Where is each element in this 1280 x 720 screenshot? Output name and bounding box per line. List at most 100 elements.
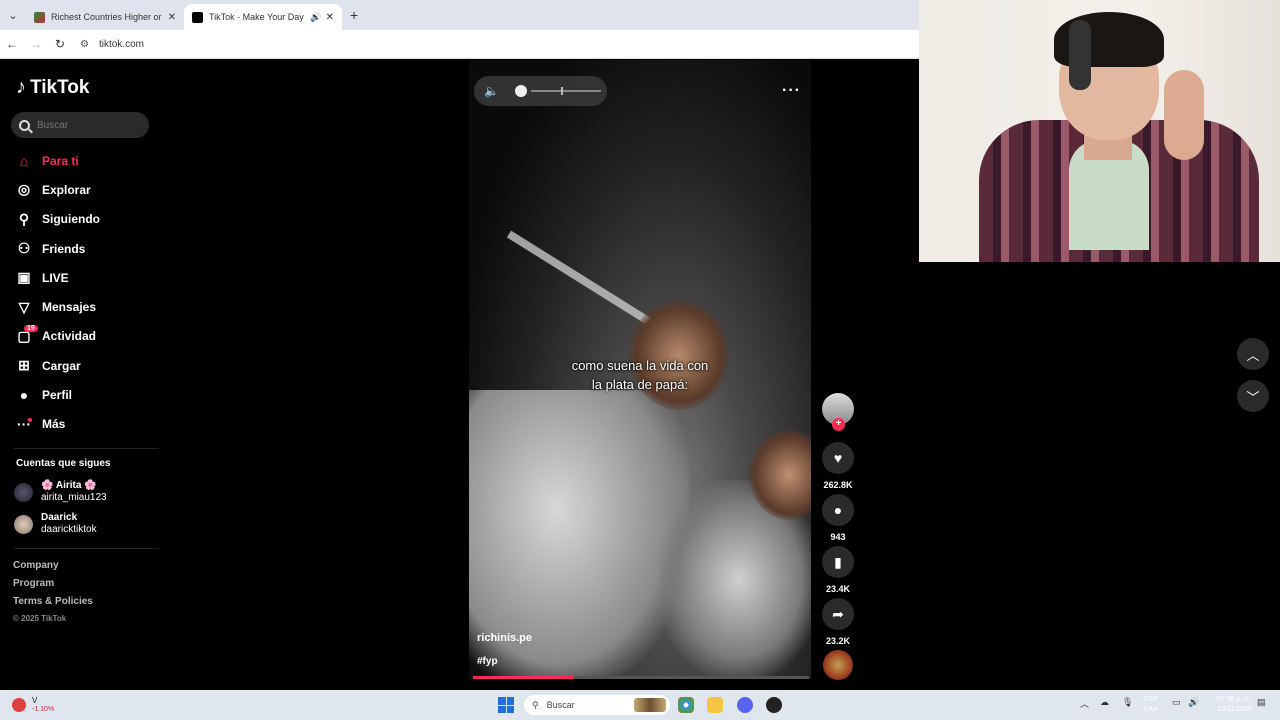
tab-richest-countries[interactable]: Richest Countries Higher or Lo ✕ bbox=[26, 4, 184, 30]
nav-item-mensajes[interactable]: ▽ Mensajes bbox=[14, 292, 164, 321]
logo-text: TikTok bbox=[30, 76, 90, 98]
nav-item-perfil[interactable]: ● Perfil bbox=[14, 380, 164, 409]
share-action[interactable]: ➦ 23.2K bbox=[822, 598, 854, 646]
previous-video-button[interactable]: ︿ bbox=[1237, 338, 1269, 370]
chevron-up-icon: ︿ bbox=[1246, 347, 1260, 363]
account-name: Daarick bbox=[41, 512, 78, 523]
close-tab-icon[interactable]: ✕ bbox=[326, 12, 334, 23]
nav-item-live[interactable]: ▣ LIVE bbox=[14, 263, 164, 292]
close-tab-icon[interactable]: ✕ bbox=[168, 12, 176, 23]
browser-tab-bar: ⌄ Richest Countries Higher or Lo ✕ TikTo… bbox=[0, 0, 919, 30]
following-account-airita[interactable]: 🌸 Airita 🌸 airita_miau123 bbox=[14, 480, 107, 504]
tab-tiktok[interactable]: TikTok - Make Your Day 🔊 ✕ bbox=[184, 4, 342, 30]
nav-item-explorar[interactable]: ◎ Explorar bbox=[14, 175, 164, 204]
search-icon bbox=[19, 119, 30, 131]
tiktok-note-icon: ♪ bbox=[16, 76, 26, 98]
account-handle: daaricktiktok bbox=[41, 524, 97, 535]
language-indicator[interactable]: ESP LAA bbox=[1144, 695, 1158, 715]
new-tab-icon[interactable]: + bbox=[350, 7, 358, 23]
share-icon[interactable]: ➦ bbox=[822, 598, 854, 630]
footer-link-terms[interactable]: Terms & Policies bbox=[13, 596, 93, 614]
volume-slider-track[interactable] bbox=[530, 87, 601, 95]
divider bbox=[14, 548, 159, 549]
caption-line: la plata de papá: bbox=[591, 377, 689, 392]
save-action[interactable]: ▮ 23.4K bbox=[822, 546, 854, 594]
search-highlight-image bbox=[634, 698, 666, 712]
video-hashtag[interactable]: #fyp bbox=[477, 656, 498, 667]
chrome-icon[interactable] bbox=[678, 697, 694, 713]
footer-link-program[interactable]: Program bbox=[13, 578, 93, 596]
nav-item-siguiendo[interactable]: ⚲ Siguiendo bbox=[14, 205, 164, 234]
forward-arrow-icon[interactable]: → bbox=[24, 37, 48, 51]
tab-title: Richest Countries Higher or Lo bbox=[51, 12, 164, 22]
like-action[interactable]: ♥ 262.8K bbox=[822, 442, 854, 490]
activity-badge: 19 bbox=[24, 324, 38, 332]
nav-label: Cargar bbox=[42, 358, 81, 373]
nav-item-mas[interactable]: ··· Más bbox=[14, 410, 164, 439]
video-progress-fill bbox=[473, 676, 574, 679]
comment-action[interactable]: ● 943 bbox=[822, 494, 854, 542]
friends-icon: ⚇ bbox=[17, 240, 31, 257]
notification-dot bbox=[28, 417, 32, 422]
following-account-daarick[interactable]: Daarick daaricktiktok bbox=[14, 512, 97, 536]
like-count: 262.8K bbox=[823, 480, 853, 490]
tiktok-logo[interactable]: ♪ TikTok bbox=[16, 76, 89, 99]
video-progress-bar[interactable] bbox=[473, 676, 809, 679]
heart-icon[interactable]: ♥ bbox=[822, 442, 854, 474]
url-field[interactable]: tiktok.com bbox=[99, 39, 144, 50]
account-handle: airita_miau123 bbox=[41, 492, 107, 503]
notification-icon[interactable]: ▤ bbox=[1257, 697, 1266, 708]
share-count: 23.2K bbox=[825, 636, 851, 646]
cloud-icon[interactable]: ☁ bbox=[1100, 697, 1109, 708]
comment-icon[interactable]: ● bbox=[822, 494, 854, 526]
follow-plus-icon[interactable]: + bbox=[832, 418, 845, 431]
user-follow-icon: ⚲ bbox=[18, 210, 30, 227]
comment-count: 943 bbox=[830, 532, 846, 542]
volume-icon[interactable]: 🔈 bbox=[484, 84, 499, 98]
system-clock[interactable]: 07:36 p. m. 10/11/2025 bbox=[1208, 695, 1252, 715]
nav-label: Explorar bbox=[42, 182, 91, 197]
nav-label: Actividad bbox=[42, 329, 97, 344]
caption-line: como suena la vida con bbox=[571, 358, 709, 373]
save-count: 23.4K bbox=[825, 584, 851, 594]
volume-slider-knob[interactable] bbox=[514, 85, 527, 97]
more-options-icon[interactable]: ··· bbox=[782, 82, 801, 100]
audio-playing-icon[interactable]: 🔊 bbox=[310, 12, 321, 23]
search-input[interactable] bbox=[37, 119, 137, 131]
tray-chevron-icon[interactable]: ︿ bbox=[1080, 697, 1089, 710]
nav-item-actividad[interactable]: ▢ 19 Actividad bbox=[14, 322, 164, 351]
taskbar-search[interactable]: ⚲ Buscar bbox=[524, 695, 670, 715]
site-info-icon[interactable]: ⚙ bbox=[80, 39, 89, 50]
network-icon[interactable]: ▭ bbox=[1172, 697, 1181, 708]
nav-item-friends[interactable]: ⚇ Friends bbox=[14, 234, 164, 263]
tab-title: TikTok - Make Your Day bbox=[209, 12, 304, 22]
stock-widget[interactable]: V -1.10% bbox=[12, 696, 54, 713]
send-icon: ▽ bbox=[18, 298, 30, 315]
nav-item-cargar[interactable]: ⊞ Cargar bbox=[14, 351, 164, 380]
footer-link-company[interactable]: Company bbox=[13, 560, 93, 578]
tiktok-favicon-icon bbox=[192, 11, 203, 23]
video-author[interactable]: richinis.pe bbox=[477, 632, 532, 644]
bookmark-icon[interactable]: ▮ bbox=[822, 546, 854, 578]
globe-favicon-icon bbox=[34, 11, 45, 23]
address-bar: ← → ↻ ⚙ tiktok.com bbox=[0, 30, 919, 59]
music-disc-icon[interactable] bbox=[823, 650, 853, 680]
reload-icon[interactable]: ↻ bbox=[48, 37, 72, 51]
clock-date: 10/11/2025 bbox=[1217, 706, 1252, 713]
microphone-icon[interactable]: 🎙 bbox=[1122, 697, 1133, 708]
nav-label: Perfil bbox=[42, 388, 73, 403]
discord-icon[interactable] bbox=[737, 697, 753, 713]
sidebar-search[interactable] bbox=[11, 112, 149, 138]
avatar-icon: ● bbox=[19, 387, 29, 404]
volume-icon[interactable]: 🔊 bbox=[1188, 697, 1199, 708]
back-arrow-icon[interactable]: ← bbox=[0, 37, 24, 51]
file-explorer-icon[interactable] bbox=[707, 697, 723, 713]
nav-label: Mensajes bbox=[42, 300, 97, 315]
windows-start-icon[interactable] bbox=[498, 697, 514, 713]
volume-control[interactable]: 🔈 bbox=[474, 76, 607, 106]
next-video-button[interactable]: ﹀ bbox=[1237, 380, 1269, 412]
nav-item-para-ti[interactable]: ⌂ Para ti bbox=[14, 146, 164, 175]
app-icon[interactable] bbox=[766, 697, 782, 713]
tab-search-chevron-icon[interactable]: ⌄ bbox=[0, 0, 26, 30]
sidebar-footer: Company Program Terms & Policies © 2025 … bbox=[13, 560, 93, 632]
